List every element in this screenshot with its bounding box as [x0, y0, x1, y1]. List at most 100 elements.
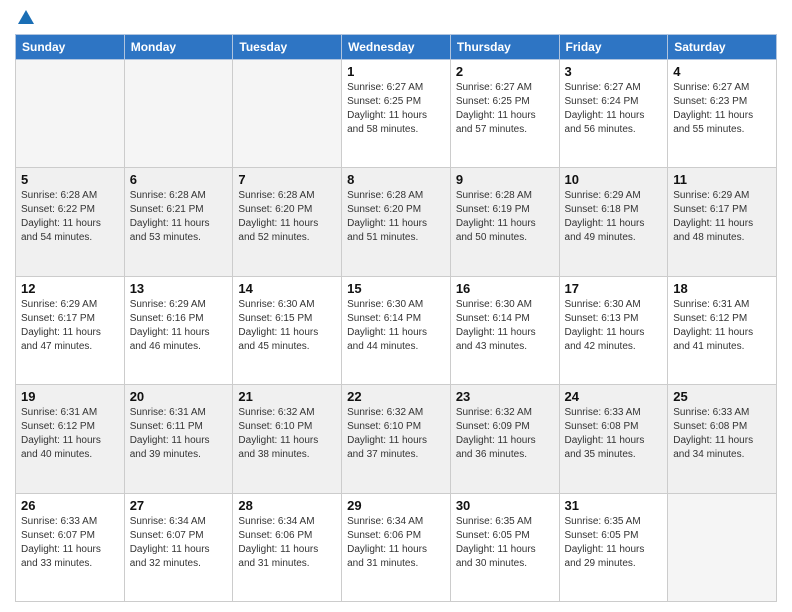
- day-number: 12: [21, 281, 119, 296]
- day-number: 2: [456, 64, 554, 79]
- day-info: Sunrise: 6:30 AM Sunset: 6:14 PM Dayligh…: [347, 298, 445, 354]
- logo-triangle-icon: [18, 10, 34, 24]
- page-header: [15, 10, 777, 26]
- day-info: Sunrise: 6:29 AM Sunset: 6:17 PM Dayligh…: [673, 189, 771, 245]
- calendar-cell: 7 Sunrise: 6:28 AM Sunset: 6:20 PM Daylig…: [233, 168, 342, 276]
- calendar-cell: 16 Sunrise: 6:30 AM Sunset: 6:14 PM Dayli…: [450, 276, 559, 384]
- calendar-week-row: 12 Sunrise: 6:29 AM Sunset: 6:17 PM Dayli…: [16, 276, 777, 384]
- calendar-cell: 17 Sunrise: 6:30 AM Sunset: 6:13 PM Dayli…: [559, 276, 668, 384]
- calendar-cell: 1Sunrise: 6:27 AM Sunset: 6:25 PM Daylig…: [342, 60, 451, 168]
- day-info: Sunrise: 6:28 AM Sunset: 6:19 PM Dayligh…: [456, 189, 554, 245]
- day-info: Sunrise: 6:28 AM Sunset: 6:21 PM Dayligh…: [130, 189, 228, 245]
- weekday-header-wednesday: Wednesday: [342, 35, 451, 60]
- calendar-cell: 27 Sunrise: 6:34 AM Sunset: 6:07 PM Dayli…: [124, 493, 233, 601]
- calendar-cell: [16, 60, 125, 168]
- day-number: 21: [238, 389, 336, 404]
- calendar-cell: 13 Sunrise: 6:29 AM Sunset: 6:16 PM Dayli…: [124, 276, 233, 384]
- weekday-header-tuesday: Tuesday: [233, 35, 342, 60]
- day-number: 23: [456, 389, 554, 404]
- day-info: Sunrise: 6:27 AM Sunset: 6:24 PM Dayligh…: [565, 81, 663, 137]
- weekday-header-sunday: Sunday: [16, 35, 125, 60]
- calendar-header-row: SundayMondayTuesdayWednesdayThursdayFrid…: [16, 35, 777, 60]
- calendar-cell: 30 Sunrise: 6:35 AM Sunset: 6:05 PM Dayli…: [450, 493, 559, 601]
- day-info: Sunrise: 6:29 AM Sunset: 6:16 PM Dayligh…: [130, 298, 228, 354]
- day-number: 16: [456, 281, 554, 296]
- calendar-cell: 29 Sunrise: 6:34 AM Sunset: 6:06 PM Dayli…: [342, 493, 451, 601]
- day-number: 18: [673, 281, 771, 296]
- day-info: Sunrise: 6:33 AM Sunset: 6:07 PM Dayligh…: [21, 515, 119, 571]
- day-info: Sunrise: 6:30 AM Sunset: 6:13 PM Dayligh…: [565, 298, 663, 354]
- day-info: Sunrise: 6:28 AM Sunset: 6:22 PM Dayligh…: [21, 189, 119, 245]
- day-info: Sunrise: 6:27 AM Sunset: 6:25 PM Dayligh…: [347, 81, 445, 137]
- day-number: 5: [21, 172, 119, 187]
- day-info: Sunrise: 6:35 AM Sunset: 6:05 PM Dayligh…: [456, 515, 554, 571]
- day-number: 24: [565, 389, 663, 404]
- page-container: SundayMondayTuesdayWednesdayThursdayFrid…: [0, 0, 792, 612]
- day-number: 9: [456, 172, 554, 187]
- day-number: 31: [565, 498, 663, 513]
- calendar-cell: 12 Sunrise: 6:29 AM Sunset: 6:17 PM Dayli…: [16, 276, 125, 384]
- day-number: 13: [130, 281, 228, 296]
- weekday-header-thursday: Thursday: [450, 35, 559, 60]
- day-number: 4: [673, 64, 771, 79]
- calendar-cell: 19 Sunrise: 6:31 AM Sunset: 6:12 PM Dayli…: [16, 385, 125, 493]
- day-number: 22: [347, 389, 445, 404]
- calendar-cell: 21Sunrise: 6:32 AM Sunset: 6:10 PM Dayli…: [233, 385, 342, 493]
- day-info: Sunrise: 6:34 AM Sunset: 6:06 PM Dayligh…: [347, 515, 445, 571]
- calendar-cell: 20 Sunrise: 6:31 AM Sunset: 6:11 PM Dayli…: [124, 385, 233, 493]
- day-number: 19: [21, 389, 119, 404]
- calendar-cell: 4Sunrise: 6:27 AM Sunset: 6:23 PM Daylig…: [668, 60, 777, 168]
- calendar-cell: [668, 493, 777, 601]
- day-info: Sunrise: 6:34 AM Sunset: 6:07 PM Dayligh…: [130, 515, 228, 571]
- calendar-cell: 3 Sunrise: 6:27 AM Sunset: 6:24 PM Daylig…: [559, 60, 668, 168]
- day-info: Sunrise: 6:30 AM Sunset: 6:15 PM Dayligh…: [238, 298, 336, 354]
- day-number: 20: [130, 389, 228, 404]
- day-number: 27: [130, 498, 228, 513]
- calendar-cell: 18 Sunrise: 6:31 AM Sunset: 6:12 PM Dayli…: [668, 276, 777, 384]
- calendar-cell: 5 Sunrise: 6:28 AM Sunset: 6:22 PM Daylig…: [16, 168, 125, 276]
- calendar-week-row: 19 Sunrise: 6:31 AM Sunset: 6:12 PM Dayli…: [16, 385, 777, 493]
- calendar-cell: 6Sunrise: 6:28 AM Sunset: 6:21 PM Daylig…: [124, 168, 233, 276]
- day-number: 30: [456, 498, 554, 513]
- day-number: 29: [347, 498, 445, 513]
- calendar-cell: 2 Sunrise: 6:27 AM Sunset: 6:25 PM Daylig…: [450, 60, 559, 168]
- weekday-header-friday: Friday: [559, 35, 668, 60]
- day-number: 17: [565, 281, 663, 296]
- day-number: 8: [347, 172, 445, 187]
- day-number: 14: [238, 281, 336, 296]
- day-info: Sunrise: 6:31 AM Sunset: 6:11 PM Dayligh…: [130, 406, 228, 462]
- calendar-cell: [124, 60, 233, 168]
- weekday-header-saturday: Saturday: [668, 35, 777, 60]
- day-number: 7: [238, 172, 336, 187]
- day-info: Sunrise: 6:33 AM Sunset: 6:08 PM Dayligh…: [673, 406, 771, 462]
- calendar-cell: 23 Sunrise: 6:32 AM Sunset: 6:09 PM Dayli…: [450, 385, 559, 493]
- calendar-week-row: 5 Sunrise: 6:28 AM Sunset: 6:22 PM Daylig…: [16, 168, 777, 276]
- day-number: 11: [673, 172, 771, 187]
- day-number: 28: [238, 498, 336, 513]
- calendar-cell: 9 Sunrise: 6:28 AM Sunset: 6:19 PM Daylig…: [450, 168, 559, 276]
- day-info: Sunrise: 6:34 AM Sunset: 6:06 PM Dayligh…: [238, 515, 336, 571]
- calendar-cell: 25 Sunrise: 6:33 AM Sunset: 6:08 PM Dayli…: [668, 385, 777, 493]
- day-info: Sunrise: 6:31 AM Sunset: 6:12 PM Dayligh…: [21, 406, 119, 462]
- day-info: Sunrise: 6:32 AM Sunset: 6:09 PM Dayligh…: [456, 406, 554, 462]
- calendar-week-row: 26 Sunrise: 6:33 AM Sunset: 6:07 PM Dayli…: [16, 493, 777, 601]
- calendar-cell: 10Sunrise: 6:29 AM Sunset: 6:18 PM Dayli…: [559, 168, 668, 276]
- day-info: Sunrise: 6:29 AM Sunset: 6:17 PM Dayligh…: [21, 298, 119, 354]
- day-info: Sunrise: 6:35 AM Sunset: 6:05 PM Dayligh…: [565, 515, 663, 571]
- day-info: Sunrise: 6:28 AM Sunset: 6:20 PM Dayligh…: [238, 189, 336, 245]
- day-info: Sunrise: 6:29 AM Sunset: 6:18 PM Dayligh…: [565, 189, 663, 245]
- calendar-cell: 31 Sunrise: 6:35 AM Sunset: 6:05 PM Dayli…: [559, 493, 668, 601]
- calendar-cell: 14 Sunrise: 6:30 AM Sunset: 6:15 PM Dayli…: [233, 276, 342, 384]
- calendar-cell: 22 Sunrise: 6:32 AM Sunset: 6:10 PM Dayli…: [342, 385, 451, 493]
- day-number: 25: [673, 389, 771, 404]
- day-info: Sunrise: 6:31 AM Sunset: 6:12 PM Dayligh…: [673, 298, 771, 354]
- day-info: Sunrise: 6:32 AM Sunset: 6:10 PM Dayligh…: [347, 406, 445, 462]
- day-number: 26: [21, 498, 119, 513]
- calendar-table: SundayMondayTuesdayWednesdayThursdayFrid…: [15, 34, 777, 602]
- day-number: 3: [565, 64, 663, 79]
- day-info: Sunrise: 6:30 AM Sunset: 6:14 PM Dayligh…: [456, 298, 554, 354]
- logo: [15, 10, 34, 26]
- day-info: Sunrise: 6:27 AM Sunset: 6:25 PM Dayligh…: [456, 81, 554, 137]
- calendar-cell: 11 Sunrise: 6:29 AM Sunset: 6:17 PM Dayli…: [668, 168, 777, 276]
- calendar-cell: 15Sunrise: 6:30 AM Sunset: 6:14 PM Dayli…: [342, 276, 451, 384]
